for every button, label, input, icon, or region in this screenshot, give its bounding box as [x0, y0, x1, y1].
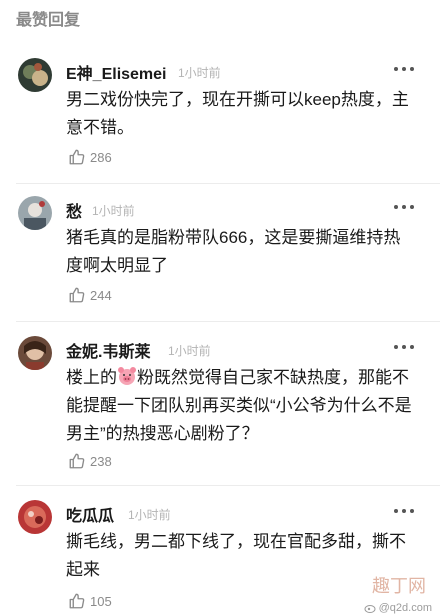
comment-item: 金妮.韦斯莱 1小时前 楼上的 粉既然觉得自己家不缺热度，那能不能提醒一下团队别… [0, 326, 440, 486]
weibo-icon [364, 605, 376, 613]
comment-text-part: 楼上的 [66, 368, 117, 387]
more-options-icon[interactable] [394, 205, 414, 209]
timestamp: 1小时前 [128, 508, 171, 522]
comment-item: E神_Elisemei 1小时前 男二戏份快完了，现在开撕可以keep热度，主意… [0, 48, 440, 188]
username[interactable]: 金妮.韦斯莱 [66, 338, 150, 362]
watermark: @q2d.com [364, 602, 432, 614]
comment-text: 楼上的 粉既然觉得自己家不缺热度，那能不能提醒一下团队别再买类似“小公爷为什么不… [66, 364, 416, 448]
comment-item: 愁 1小时前 猪毛真的是脂粉带队666，这是要撕逼维持热度啊太明显了 244 [0, 186, 440, 320]
more-options-icon[interactable] [394, 509, 414, 513]
avatar[interactable] [18, 500, 52, 534]
timestamp: 1小时前 [168, 344, 211, 358]
thumb-up-icon [69, 149, 85, 165]
username[interactable]: E神_Elisemei [66, 60, 167, 84]
watermark-logo: 趣丁网 [372, 576, 426, 597]
comment-text: 撕毛线，男二都下线了，现在官配多甜，撕不起来 [66, 532, 406, 579]
avatar[interactable] [18, 58, 52, 92]
username[interactable]: 吃瓜瓜 [66, 502, 114, 526]
avatar[interactable] [18, 196, 52, 230]
like-button[interactable]: 286 [68, 148, 112, 166]
username[interactable]: 愁 [66, 198, 82, 222]
like-count: 286 [90, 149, 112, 165]
thumb-up-icon [69, 453, 85, 469]
comment-text: 猪毛真的是脂粉带队666，这是要撕逼维持热度啊太明显了 [66, 228, 401, 275]
pig-emoji-icon [117, 366, 137, 386]
thumb-up-icon [69, 593, 85, 609]
like-button[interactable]: 105 [68, 592, 112, 610]
avatar[interactable] [18, 336, 52, 370]
thumb-up-icon [69, 287, 85, 303]
timestamp: 1小时前 [178, 66, 221, 80]
like-count: 244 [90, 287, 112, 303]
comment-text: 男二戏份快完了，现在开撕可以keep热度，主意不错。 [66, 90, 409, 137]
like-button[interactable]: 244 [68, 286, 112, 304]
divider [16, 321, 440, 322]
more-options-icon[interactable] [394, 345, 414, 349]
timestamp: 1小时前 [92, 204, 135, 218]
section-title: 最赞回复 [16, 12, 81, 29]
watermark-text: @q2d.com [378, 602, 432, 614]
like-button[interactable]: 238 [68, 452, 112, 470]
like-count: 105 [90, 593, 112, 609]
divider [16, 485, 440, 486]
divider [16, 183, 440, 184]
more-options-icon[interactable] [394, 67, 414, 71]
like-count: 238 [90, 453, 112, 469]
